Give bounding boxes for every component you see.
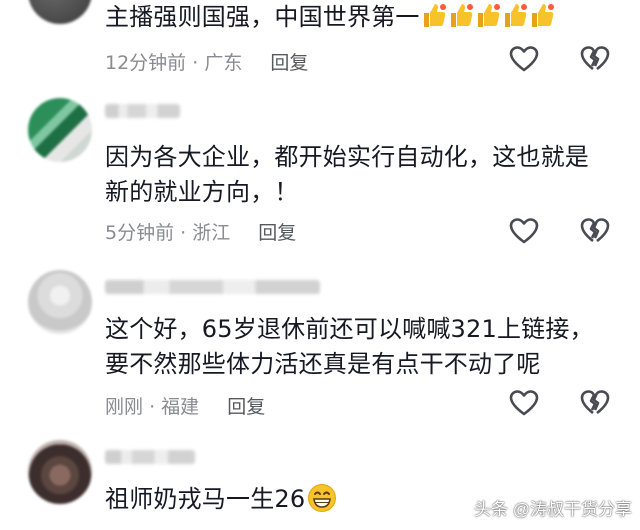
comment-meta: 12分钟前 · 广东 回复 xyxy=(105,48,308,75)
comment-location: 福建 xyxy=(161,396,200,418)
comment-item: 主播强则国强，中国世界第一 12分钟前 · 广东 回复 xyxy=(0,0,640,90)
comment-time: 5分钟前 xyxy=(105,222,175,244)
grinning-face-emoji xyxy=(307,483,337,523)
comment-location: 浙江 xyxy=(192,222,231,244)
comment-text: 因为各大企业，都开始实行自动化，这也就是新的就业方向，！ xyxy=(105,143,589,206)
comment-text: 这个好，65岁退休前还可以喊喊321上链接，要不然那些体力活还真是有点干不动了呢 xyxy=(105,315,594,378)
thumbs-up-icon xyxy=(421,1,447,39)
reply-button[interactable]: 回复 xyxy=(270,52,308,74)
dislike-broken-heart-icon[interactable] xyxy=(580,217,610,245)
meta-separator: · xyxy=(192,52,199,74)
meta-separator: · xyxy=(180,222,187,244)
username[interactable] xyxy=(105,450,195,464)
comment-meta: 5分钟前 · 浙江 回复 xyxy=(105,218,296,245)
like-heart-icon[interactable] xyxy=(509,389,539,417)
dislike-broken-heart-icon[interactable] xyxy=(580,45,610,73)
comment-time: 刚刚 xyxy=(105,396,144,418)
avatar[interactable] xyxy=(28,98,92,162)
username[interactable] xyxy=(105,104,180,118)
comment-time: 12分钟前 xyxy=(105,52,187,74)
avatar[interactable] xyxy=(28,0,92,24)
thumbs-up-icon xyxy=(475,1,501,39)
thumbs-up-icon xyxy=(448,1,474,39)
comment-meta: 刚刚 · 福建 回复 xyxy=(105,392,265,419)
comment-location: 广东 xyxy=(204,52,243,74)
comment-item: 因为各大企业，都开始实行自动化，这也就是新的就业方向，！ 5分钟前 · 浙江 回… xyxy=(0,98,640,258)
like-heart-icon[interactable] xyxy=(509,45,539,73)
reply-button[interactable]: 回复 xyxy=(227,396,265,418)
reply-button[interactable]: 回复 xyxy=(258,222,296,244)
meta-separator: · xyxy=(149,396,156,418)
dislike-broken-heart-icon[interactable] xyxy=(580,389,610,417)
like-heart-icon[interactable] xyxy=(509,217,539,245)
avatar[interactable] xyxy=(28,270,92,334)
comment-item: 这个好，65岁退休前还可以喊喊321上链接，要不然那些体力活还真是有点干不动了呢… xyxy=(0,270,640,425)
username[interactable] xyxy=(105,280,320,294)
avatar[interactable] xyxy=(28,440,92,504)
thumbs-up-emoji-row xyxy=(420,1,555,39)
thumbs-up-icon xyxy=(529,1,555,39)
comment-text: 主播强则国强，中国世界第一 xyxy=(105,0,625,39)
watermark: 头条 @涛叔干货分享 xyxy=(474,500,632,519)
thumbs-up-icon xyxy=(502,1,528,39)
